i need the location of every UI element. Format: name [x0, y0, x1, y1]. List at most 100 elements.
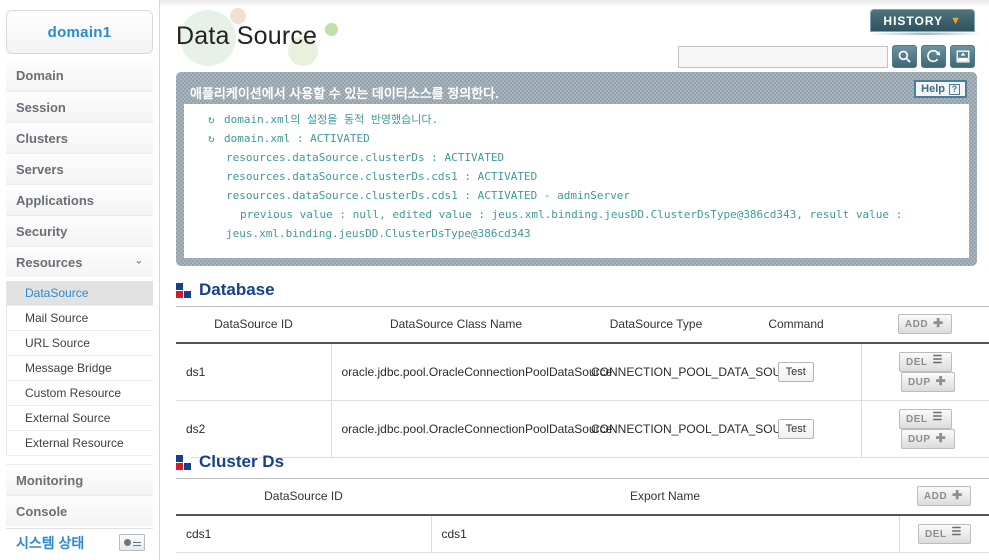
sidebar-item-custom-resource[interactable]: Custom Resource	[7, 381, 153, 406]
stack-icon	[952, 525, 964, 540]
column-header-datasource-id: DataSource ID	[176, 478, 431, 516]
search-icon[interactable]	[892, 45, 917, 68]
sidebar-subitem-label: Message Bridge	[25, 361, 112, 375]
cell-class-name: oracle.jdbc.pool.OracleConnectionPoolDat…	[331, 400, 612, 458]
system-status-header: 시스템 상태	[6, 528, 153, 556]
sidebar-item-label: Console	[16, 503, 68, 519]
sidebar-item-external-resource[interactable]: External Resource	[7, 431, 153, 456]
cell-datasource-type: CONNECTION_POOL_DATA_SOURCE	[581, 400, 807, 458]
sidebar-item-mail-source[interactable]: Mail Source	[7, 306, 153, 331]
sidebar-subitem-label: DataSource	[25, 286, 89, 300]
column-header-datasource-id: DataSource ID	[176, 306, 331, 344]
log-line: jeus.xml.binding.jeusDD.ClusterDsType@38…	[192, 224, 961, 243]
add-button[interactable]: ADD	[897, 314, 953, 334]
database-section: Database DataSource ID DataSource Class …	[176, 280, 989, 458]
help-button[interactable]: Help ?	[914, 80, 967, 98]
history-underline	[871, 32, 981, 35]
cell-export-name: cds1	[431, 515, 899, 553]
sidebar-item-external-source[interactable]: External Source	[7, 406, 153, 431]
test-button[interactable]: Test	[777, 362, 814, 382]
domain-header[interactable]: domain1	[6, 10, 153, 54]
delete-button[interactable]: DEL	[899, 352, 952, 372]
column-header-command: Command	[731, 306, 861, 344]
log-line: ↻ domain.xml : ACTIVATED	[192, 129, 961, 148]
delete-label: DEL	[906, 356, 928, 368]
column-header-class-name: DataSource Class Name	[331, 306, 581, 344]
sidebar-item-label: Servers	[16, 161, 64, 177]
message-panel: 애플리케이션에서 사용할 수 있는 데이터소스를 정의한다. Help ? ↻ …	[176, 72, 977, 266]
sidebar-item-servers[interactable]: Servers	[6, 153, 153, 184]
page-title: Data Source	[176, 22, 318, 50]
add-button[interactable]: ADD	[916, 486, 972, 506]
refresh-icon[interactable]	[921, 45, 946, 68]
refresh-small-icon: ↻	[208, 132, 215, 145]
sidebar-item-console[interactable]: Console	[6, 495, 153, 526]
cluster-ds-section-header: Cluster Ds	[176, 452, 989, 472]
history-label: HISTORY	[883, 13, 944, 28]
table-row: ds1 oracle.jdbc.pool.OracleConnectionPoo…	[176, 343, 989, 401]
sidebar-item-clusters[interactable]: Clusters	[6, 122, 153, 153]
sidebar-item-applications[interactable]: Applications	[6, 184, 153, 215]
sidebar-item-url-source[interactable]: URL Source	[7, 331, 153, 356]
plus-icon	[936, 374, 948, 388]
log-line: previous value : null, edited value : je…	[192, 205, 961, 224]
log-line: ↻ domain.xml의 설정을 동적 반영했습니다.	[192, 110, 961, 129]
system-status-title: 시스템 상태	[16, 534, 85, 551]
duplicate-label: DUP	[907, 433, 931, 445]
sidebar-item-session[interactable]: Session	[6, 91, 153, 122]
sidebar-item-monitoring[interactable]: Monitoring	[6, 464, 153, 495]
column-header-datasource-type: DataSource Type	[581, 306, 731, 344]
search-input[interactable]	[678, 45, 888, 68]
cell-datasource-type: CONNECTION_POOL_DATA_SOURCE	[581, 343, 807, 401]
chevron-down-icon: ▼	[950, 14, 962, 27]
database-table: DataSource ID DataSource Class Name Data…	[176, 306, 989, 458]
sidebar-item-message-bridge[interactable]: Message Bridge	[7, 356, 153, 381]
sidebar-item-label: Resources	[16, 254, 83, 270]
delete-button[interactable]: DEL	[899, 409, 952, 429]
stack-icon	[933, 410, 945, 425]
cell-datasource-id: cds1	[176, 515, 432, 553]
monitor-icon[interactable]	[119, 534, 145, 551]
column-header-actions: ADD	[861, 306, 989, 344]
sidebar-item-datasource[interactable]: DataSource	[7, 281, 153, 306]
test-button[interactable]: Test	[777, 419, 814, 439]
log-line-text: domain.xml의 설정을 동적 반영했습니다.	[224, 113, 439, 126]
sidebar-nav: Domain Session Clusters Servers Applicat…	[0, 60, 159, 277]
cluster-ds-section-title: Cluster Ds	[199, 452, 285, 471]
column-header-export-name: Export Name	[431, 478, 899, 516]
sidebar-item-label: Applications	[16, 192, 95, 208]
database-section-header: Database	[176, 280, 989, 300]
cluster-ds-section: Cluster Ds DataSource ID Export Name ADD	[176, 452, 989, 553]
search-toolbar	[678, 45, 975, 68]
cell-class-name: oracle.jdbc.pool.OracleConnectionPoolDat…	[331, 343, 612, 401]
sidebar-item-label: Monitoring	[16, 472, 84, 488]
decorative-circle	[325, 23, 338, 36]
sidebar-item-label: Session	[16, 99, 66, 115]
help-label: Help	[921, 83, 945, 95]
cluster-ds-table: DataSource ID Export Name ADD cds1 cds1	[176, 478, 989, 553]
table-header-row: DataSource ID DataSource Class Name Data…	[176, 306, 989, 344]
sidebar-item-resources[interactable]: Resources ⌄	[6, 246, 153, 277]
delete-button[interactable]: DEL	[918, 524, 971, 544]
history-button[interactable]: HISTORY ▼	[870, 9, 975, 32]
sidebar-subitem-label: External Resource	[25, 436, 124, 450]
duplicate-button[interactable]: DUP	[900, 429, 955, 449]
sidebar-item-label: Security	[16, 223, 68, 239]
application-window: domain1 Domain Session Clusters Servers …	[0, 0, 989, 560]
cell-datasource-id: ds2	[176, 400, 332, 458]
sidebar-divider	[0, 456, 159, 464]
cell-actions: DEL	[898, 515, 989, 553]
sidebar-item-domain[interactable]: Domain	[6, 60, 153, 91]
xml-export-icon[interactable]	[950, 45, 975, 68]
delete-label: DEL	[925, 528, 947, 540]
log-line: resources.dataSource.clusterDs.cds1 : AC…	[192, 186, 961, 205]
sidebar-subitem-label: URL Source	[25, 336, 90, 350]
stack-icon	[933, 353, 945, 368]
duplicate-button[interactable]: DUP	[900, 372, 955, 392]
plus-icon	[936, 431, 948, 445]
sidebar-item-security[interactable]: Security	[6, 215, 153, 246]
table-row: ds2 oracle.jdbc.pool.OracleConnectionPoo…	[176, 400, 989, 458]
log-line-text: previous value : null, edited value : je…	[240, 208, 903, 221]
log-line: resources.dataSource.clusterDs.cds1 : AC…	[192, 167, 961, 186]
log-line-text: domain.xml : ACTIVATED	[224, 132, 370, 145]
